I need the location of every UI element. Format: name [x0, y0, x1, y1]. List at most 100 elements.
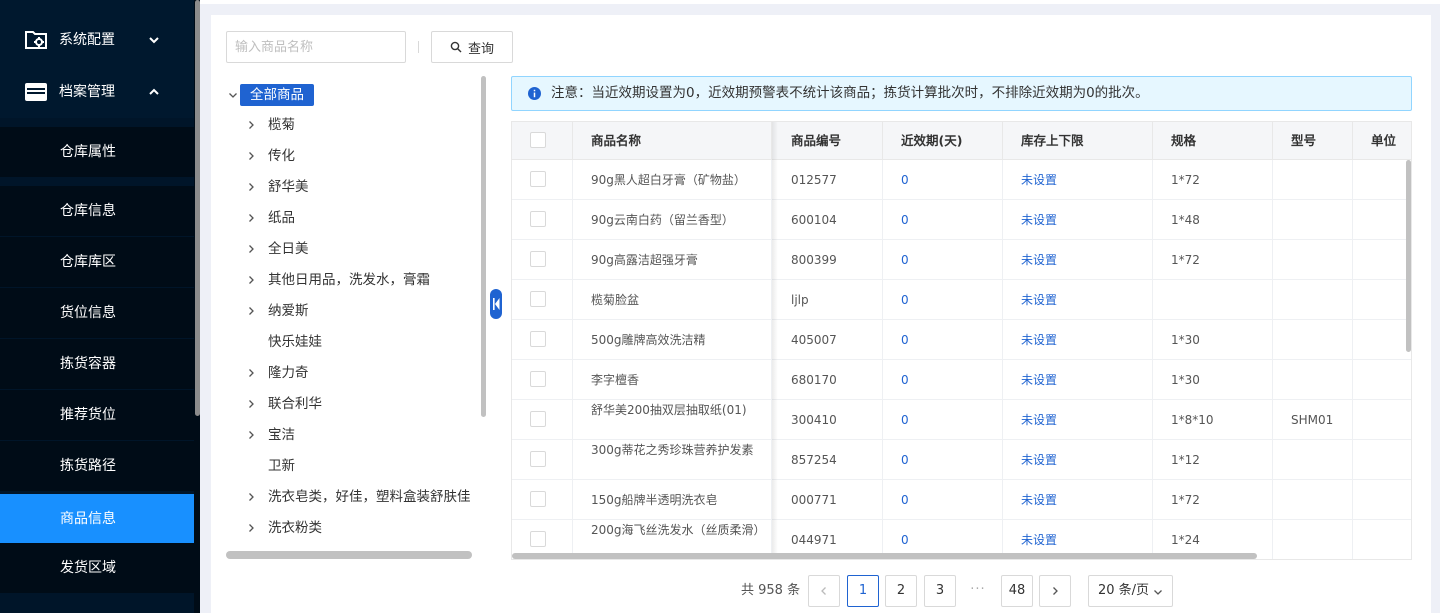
tree-caret-down-icon[interactable] — [228, 90, 238, 100]
cell-expiry[interactable]: 0 — [883, 480, 1003, 520]
table-horizontal-scrollbar[interactable] — [512, 553, 1257, 559]
row-checkbox[interactable] — [530, 291, 546, 307]
cell-stock-limit[interactable]: 未设置 — [1003, 320, 1153, 360]
page-button-2[interactable]: 2 — [885, 575, 917, 607]
table-row[interactable]: 舒华美200抽双层抽取纸(01) 300410 0 未设置 1*8*10 SHM01 — [512, 400, 1411, 440]
sidebar-item-label: 货位信息 — [60, 305, 116, 321]
sidebar-group-archive-management[interactable]: 档案管理 — [0, 66, 194, 118]
row-checkbox[interactable] — [530, 531, 546, 547]
query-button[interactable]: 查询 — [431, 31, 513, 63]
tree-caret-right-icon[interactable] — [246, 492, 256, 502]
tree-node[interactable]: 隆力奇 — [268, 363, 309, 383]
sidebar-item-warehouse-zone[interactable]: 仓库库区 — [0, 237, 194, 287]
tree-node[interactable]: 纸品 — [268, 208, 295, 228]
row-checkbox[interactable] — [530, 331, 546, 347]
prev-page-button[interactable] — [808, 575, 840, 607]
tree-caret-right-icon[interactable] — [246, 523, 256, 533]
tree-node-root[interactable]: 全部商品 — [240, 84, 314, 106]
tree-node[interactable]: 卫新 — [268, 456, 295, 476]
cell-expiry[interactable]: 0 — [883, 440, 1003, 480]
tree-node[interactable]: 快乐娃娃 — [268, 332, 322, 352]
cell-stock-limit[interactable]: 未设置 — [1003, 400, 1153, 440]
chevron-right-icon — [1053, 587, 1058, 595]
tree-node[interactable]: 联合利华 — [268, 394, 322, 414]
page-ellipsis[interactable]: ··· — [962, 575, 994, 607]
select-all-checkbox[interactable] — [530, 132, 546, 148]
tree-node[interactable]: 洗衣粉类 — [268, 518, 322, 538]
row-checkbox[interactable] — [530, 211, 546, 227]
next-page-button[interactable] — [1039, 575, 1071, 607]
table-row[interactable]: 90g黑人超白牙膏（矿物盐） 012577 0 未设置 1*72 — [512, 160, 1411, 200]
table-row[interactable]: 90g高露洁超强牙膏 800399 0 未设置 1*72 — [512, 240, 1411, 280]
sidebar-item-warehouse-info[interactable]: 仓库信息 — [0, 186, 194, 236]
tree-caret-right-icon[interactable] — [246, 306, 256, 316]
page-button-1[interactable]: 1 — [847, 575, 879, 607]
sidebar-item-picking-container[interactable]: 拣货容器 — [0, 339, 194, 389]
cell-expiry[interactable]: 0 — [883, 400, 1003, 440]
tree-caret-right-icon[interactable] — [246, 430, 256, 440]
tree-node[interactable]: 舒华美 — [268, 177, 309, 197]
tree-node[interactable]: 榄菊 — [268, 115, 295, 135]
cell-stock-limit[interactable]: 未设置 — [1003, 240, 1153, 280]
tree-caret-right-icon[interactable] — [246, 182, 256, 192]
page-size-select[interactable]: 20 条/页 — [1088, 575, 1173, 607]
sidebar-scrollbar-thumb[interactable] — [195, 0, 200, 416]
table-row[interactable]: 李字檀香 680170 0 未设置 1*30 — [512, 360, 1411, 400]
table-row[interactable]: 150g船牌半透明洗衣皂 000771 0 未设置 1*72 — [512, 480, 1411, 520]
row-checkbox[interactable] — [530, 451, 546, 467]
tree-caret-right-icon[interactable] — [246, 120, 256, 130]
tree-node[interactable]: 洗衣皂类，好佳，塑料盒装舒肤佳 — [268, 487, 471, 507]
cell-spec: 1*72 — [1153, 240, 1273, 280]
cell-stock-limit[interactable]: 未设置 — [1003, 160, 1153, 200]
cell-expiry[interactable]: 0 — [883, 320, 1003, 360]
table-vertical-scrollbar[interactable] — [1406, 160, 1411, 352]
tree-caret-right-icon[interactable] — [246, 399, 256, 409]
page-button-last[interactable]: 48 — [1001, 575, 1033, 607]
sidebar-item-location-info[interactable]: 货位信息 — [0, 288, 194, 338]
sidebar-item-recommended-location[interactable]: 推荐货位 — [0, 390, 194, 440]
row-checkbox[interactable] — [530, 251, 546, 267]
cell-expiry[interactable]: 0 — [883, 160, 1003, 200]
sidebar-item-picking-path[interactable]: 拣货路径 — [0, 441, 194, 491]
tree-caret-right-icon[interactable] — [246, 244, 256, 254]
tree-node[interactable]: 纳爱斯 — [268, 301, 309, 321]
collapse-tree-button[interactable] — [490, 289, 502, 319]
row-checkbox[interactable] — [530, 371, 546, 387]
tree-vertical-scrollbar[interactable] — [481, 76, 486, 417]
cell-stock-limit[interactable]: 未设置 — [1003, 440, 1153, 480]
cell-stock-limit[interactable]: 未设置 — [1003, 360, 1153, 400]
sidebar-item-product-info[interactable]: 商品信息 — [0, 494, 194, 544]
sidebar-item-shipping-area[interactable]: 发货区域 — [0, 543, 194, 593]
tree-caret-right-icon[interactable] — [246, 213, 256, 223]
table-row[interactable]: 榄菊脸盆 ljlp 0 未设置 — [512, 280, 1411, 320]
cell-spec: 1*72 — [1153, 480, 1273, 520]
row-checkbox[interactable] — [530, 411, 546, 427]
tree-node[interactable]: 其他日用品，洗发水，膏霜 — [268, 270, 430, 290]
row-checkbox[interactable] — [530, 491, 546, 507]
cell-stock-limit[interactable]: 未设置 — [1003, 200, 1153, 240]
cell-stock-limit[interactable]: 未设置 — [1003, 280, 1153, 320]
table-row[interactable]: 90g云南白药（留兰香型） 600104 0 未设置 1*48 — [512, 200, 1411, 240]
row-checkbox[interactable] — [530, 171, 546, 187]
page-button-3[interactable]: 3 — [924, 575, 956, 607]
cell-stock-limit[interactable]: 未设置 — [1003, 480, 1153, 520]
cell-expiry[interactable]: 0 — [883, 280, 1003, 320]
tree-node[interactable]: 传化 — [268, 146, 295, 166]
sidebar-top — [0, 0, 194, 14]
cell-unit — [1353, 440, 1411, 480]
sidebar-item-warehouse-attributes[interactable]: 仓库属性 — [0, 127, 194, 177]
cell-model — [1273, 280, 1353, 320]
tree-caret-right-icon[interactable] — [246, 275, 256, 285]
cell-expiry[interactable]: 0 — [883, 240, 1003, 280]
table-row[interactable]: 500g雕牌高效洗洁精 405007 0 未设置 1*30 — [512, 320, 1411, 360]
tree-node[interactable]: 宝洁 — [268, 425, 295, 445]
tree-horizontal-scrollbar[interactable] — [226, 551, 472, 559]
sidebar-group-system-config[interactable]: 系统配置 — [0, 14, 194, 66]
tree-caret-right-icon[interactable] — [246, 368, 256, 378]
product-name-search-input[interactable] — [226, 31, 406, 63]
tree-caret-right-icon[interactable] — [246, 151, 256, 161]
tree-node[interactable]: 全日美 — [268, 239, 309, 259]
cell-expiry[interactable]: 0 — [883, 360, 1003, 400]
table-row[interactable]: 300g蒂花之秀珍珠营养护发素 857254 0 未设置 1*12 — [512, 440, 1411, 480]
cell-expiry[interactable]: 0 — [883, 200, 1003, 240]
